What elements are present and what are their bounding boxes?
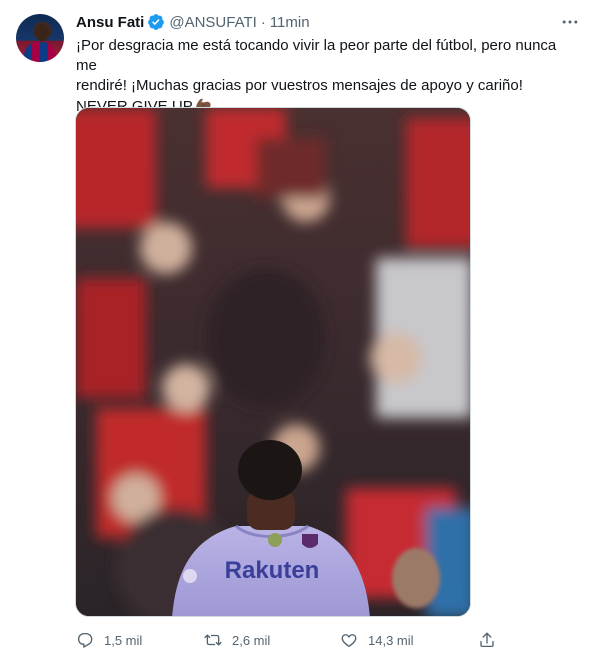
tweet-photo[interactable]: Rakuten bbox=[75, 107, 471, 617]
tweet-header: Ansu Fati @ANSUFATI · 11min bbox=[76, 12, 310, 32]
tweet-text-line: ¡Por desgracia me está tocando vivir la … bbox=[76, 37, 557, 74]
avatar-head bbox=[35, 24, 49, 41]
share-icon bbox=[480, 632, 494, 648]
reply-button[interactable]: 1,5 mil bbox=[76, 628, 142, 652]
retweet-count: 2,6 mil bbox=[232, 632, 271, 648]
share-button[interactable] bbox=[478, 628, 496, 652]
heart-icon bbox=[341, 634, 357, 648]
photo-image: Rakuten bbox=[76, 108, 470, 616]
avatar[interactable] bbox=[16, 14, 64, 62]
photo-jersey-text: Rakuten bbox=[225, 557, 320, 584]
tweet-text-line: rendiré! ¡Muchas gracias por vuestros me… bbox=[76, 77, 523, 94]
retweet-icon bbox=[204, 634, 222, 646]
avatar-shirt bbox=[24, 42, 56, 62]
separator-dot: · bbox=[260, 13, 266, 31]
like-button[interactable]: 14,3 mil bbox=[340, 628, 414, 652]
reply-count: 1,5 mil bbox=[104, 632, 143, 648]
like-count: 14,3 mil bbox=[368, 632, 414, 648]
tweet-time[interactable]: 11min bbox=[270, 14, 310, 31]
verified-badge-icon bbox=[148, 14, 165, 30]
tweet-text: ¡Por desgracia me está tocando vivir la … bbox=[76, 36, 576, 117]
author-name[interactable]: Ansu Fati bbox=[76, 14, 144, 31]
reply-icon bbox=[77, 632, 93, 648]
tweet[interactable]: Ansu Fati @ANSUFATI · 11min ¡Por desgrac… bbox=[0, 0, 594, 662]
retweet-button[interactable]: 2,6 mil bbox=[204, 628, 270, 652]
tweet-actions: 1,5 mil 2,6 mil 14,3 mil bbox=[76, 628, 506, 652]
more-horizontal-icon[interactable] bbox=[560, 12, 580, 32]
author-handle[interactable]: @ANSUFATI bbox=[169, 14, 256, 31]
